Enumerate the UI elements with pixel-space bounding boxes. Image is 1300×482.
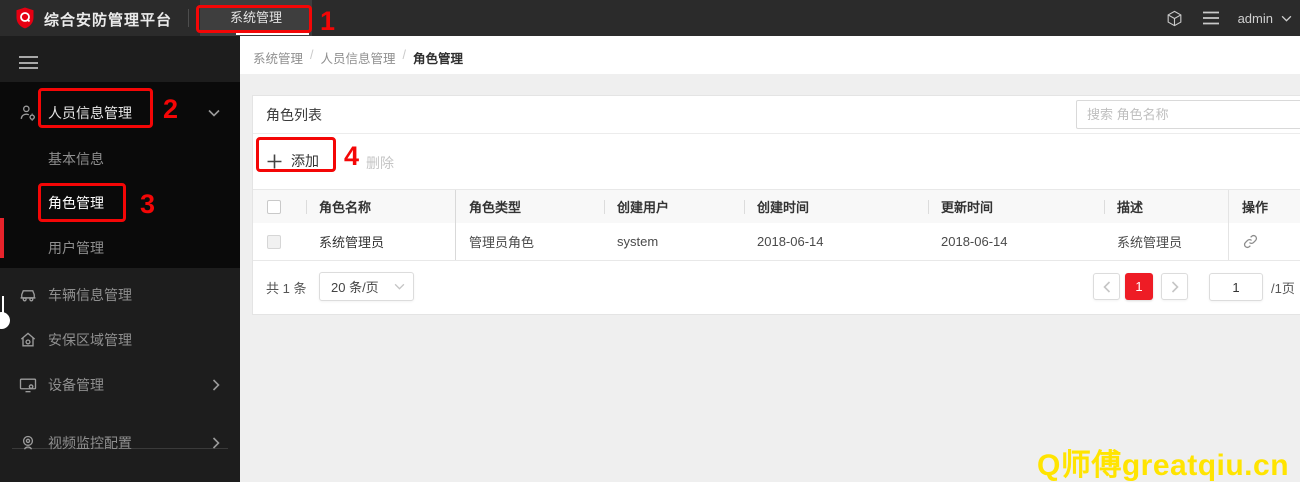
cell-creator: system (617, 234, 659, 249)
cell-updated-time: 2018-06-14 (941, 234, 1008, 249)
total-count-label: 共 1 条 (266, 281, 307, 296)
topbar-divider (188, 9, 189, 27)
page-count-label: /1页 (1271, 281, 1295, 296)
header-updated-time: 更新时间 (928, 190, 1104, 223)
topbar-actions: admin (1165, 0, 1292, 36)
chevron-right-icon (212, 437, 220, 449)
page-size-value: 20 条/页 (331, 280, 379, 295)
user-menu[interactable]: admin (1238, 11, 1292, 26)
header-created-time: 创建时间 (744, 190, 928, 223)
sidebar-item-label: 用户管理 (48, 240, 104, 256)
role-list-panel: 角色列表 添加 删除 角色名称 角色类型 创建用户 创建时间 更新时间 描述 操… (252, 95, 1300, 315)
platform-logo-icon (16, 7, 34, 29)
car-icon (20, 290, 36, 302)
header-checkbox-cell (253, 190, 306, 223)
breadcrumb-system[interactable]: 系统管理 (253, 48, 303, 67)
search-input[interactable] (1076, 100, 1300, 129)
panel-header: 角色列表 (253, 96, 1300, 134)
topbar: 综合安防管理平台 系统管理 admin (0, 0, 1300, 36)
breadcrumb-current: 角色管理 (413, 52, 464, 66)
sidebar-item-label: 设备管理 (48, 377, 104, 393)
app-screen: 综合安防管理平台 系统管理 admin 人员信息管理 基本信息 角色管理 用户管… (0, 0, 1300, 482)
camera-icon (22, 435, 34, 450)
current-page-button[interactable]: 1 (1125, 273, 1153, 300)
breadcrumb-separator: / (310, 48, 314, 62)
annotation-number-2: 2 (163, 94, 179, 124)
breadcrumb-separator: / (402, 48, 406, 62)
cell-role-name[interactable]: 系统管理员 (306, 223, 456, 260)
annotation-box-3 (38, 183, 126, 222)
next-page-button[interactable] (1161, 273, 1188, 300)
annotation-number-3: 3 (140, 189, 156, 219)
cube-icon[interactable] (1165, 9, 1184, 28)
sidebar-collapse-icon[interactable] (19, 56, 38, 69)
header-actions: 操作 (1228, 190, 1300, 223)
watermark-text: Q师傅greatqiu.cn (1037, 449, 1290, 482)
house-gear-icon (20, 332, 36, 347)
panel-title: 角色列表 (266, 107, 322, 123)
chevron-down-icon (394, 283, 405, 290)
cell-actions (1228, 223, 1300, 260)
pagination-bar: 共 1 条 20 条/页 1 /1页 (253, 261, 1300, 315)
chevron-down-icon (1281, 15, 1292, 22)
sidebar-item-security-area[interactable]: 安保区域管理 (0, 322, 240, 358)
table-header-row: 角色名称 角色类型 创建用户 创建时间 更新时间 描述 操作 (253, 189, 1300, 223)
cell-role-type: 管理员角色 (469, 235, 535, 250)
chevron-right-icon (1171, 280, 1179, 293)
delete-button[interactable]: 删除 (366, 153, 394, 173)
sidebar-item-user-management[interactable]: 用户管理 (0, 230, 240, 266)
link-icon[interactable] (1242, 233, 1259, 250)
sidebar-item-label: 基本信息 (48, 151, 104, 167)
annotation-box-2 (38, 88, 153, 128)
menu-icon[interactable] (1202, 11, 1220, 25)
annotation-box-1 (196, 5, 312, 33)
table-row[interactable]: 系统管理员 管理员角色 system 2018-06-14 2018-06-14… (253, 223, 1300, 261)
username-label: admin (1237, 10, 1273, 26)
page-size-select[interactable]: 20 条/页 (319, 272, 414, 301)
header-role-name: 角色名称 (306, 190, 456, 223)
breadcrumb: 系统管理 / 人员信息管理 / 角色管理 (253, 48, 463, 67)
chevron-left-icon (1102, 280, 1110, 293)
sidebar-item-device-management[interactable]: 设备管理 (0, 367, 240, 403)
chevron-down-icon (208, 109, 220, 117)
select-all-checkbox[interactable] (267, 199, 281, 214)
cell-created-time: 2018-06-14 (757, 234, 824, 249)
header-creator: 创建用户 (604, 190, 744, 223)
row-checkbox-cell (253, 223, 306, 260)
person-gear-icon (20, 105, 35, 121)
annotation-number-1: 1 (320, 6, 336, 36)
monitor-gear-icon (19, 378, 37, 393)
sidebar-item-label: 安保区域管理 (48, 332, 132, 348)
sidebar-item-label: 视频监控配置 (48, 435, 132, 451)
row-checkbox[interactable] (267, 234, 281, 249)
table-toolbar: 添加 删除 (253, 134, 1300, 189)
prev-page-button[interactable] (1093, 273, 1120, 300)
header-description: 描述 (1104, 190, 1228, 223)
page-jump-input[interactable] (1209, 273, 1263, 301)
breadcrumb-personnel[interactable]: 人员信息管理 (321, 48, 396, 67)
chevron-right-icon (212, 379, 220, 391)
annotation-number-4: 4 (344, 141, 360, 171)
sidebar-item-video-config[interactable]: 视频监控配置 (0, 425, 240, 461)
header-role-type: 角色类型 (469, 200, 522, 215)
sidebar-item-basic-info[interactable]: 基本信息 (0, 141, 240, 177)
breadcrumb-bar: 系统管理 / 人员信息管理 / 角色管理 (240, 36, 1300, 74)
cell-description: 系统管理员 (1117, 235, 1183, 250)
annotation-box-4 (256, 137, 336, 172)
sidebar-item-label: 车辆信息管理 (48, 287, 132, 303)
sidebar-item-vehicle-info[interactable]: 车辆信息管理 (0, 277, 240, 313)
platform-title: 综合安防管理平台 (44, 12, 173, 29)
